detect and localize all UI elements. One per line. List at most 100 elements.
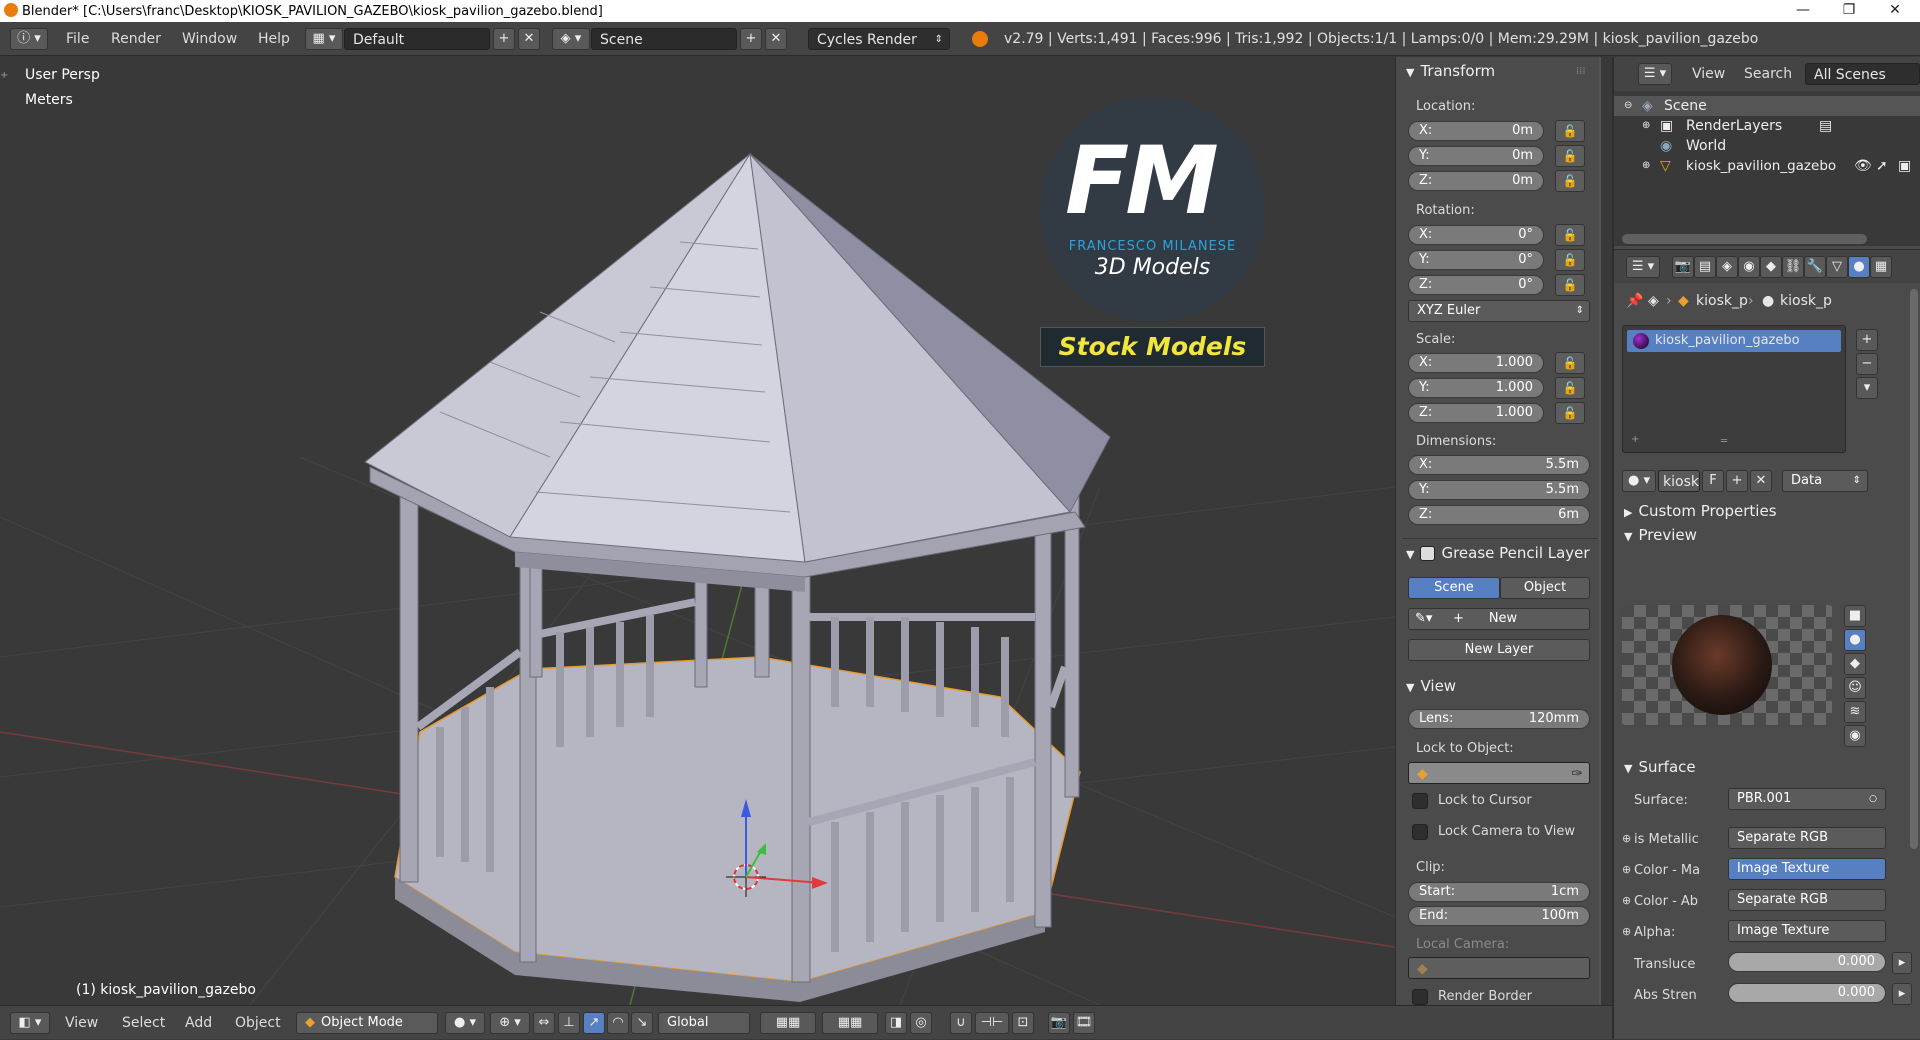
manipulator-toggle-icon[interactable]: ⇔ (533, 1012, 555, 1034)
data-tab-icon[interactable]: ▽ (1826, 256, 1848, 278)
scene-add-icon[interactable]: + (740, 28, 762, 50)
viewport-shading-icon[interactable]: ● ▾ (445, 1012, 485, 1034)
lock-location-z-icon[interactable]: 🔓 (1555, 170, 1585, 192)
surface-shader-select[interactable]: PBR.001 ○ (1728, 788, 1886, 810)
preview-cube-icon[interactable]: ◆ (1844, 653, 1866, 675)
gazebo-model[interactable] (364, 152, 1111, 1002)
preview-hair-icon[interactable]: ≋ (1844, 701, 1866, 723)
scene-name-field[interactable]: Scene (591, 28, 737, 50)
outliner-row-object[interactable]: ⊕ ▽ kiosk_pavilion_gazebo 👁 ➚ ▣ (1614, 156, 1920, 176)
input-socket-icon[interactable]: ⊕ (1622, 894, 1631, 907)
scale-x-field[interactable]: X: 1.000 (1408, 353, 1544, 373)
input-socket-icon[interactable]: ⊕ (1622, 863, 1631, 876)
editor-type-icon[interactable]: ⓘ ▾ (10, 28, 48, 50)
pin-icon[interactable]: 📌 (1626, 293, 1643, 309)
lock-object-field[interactable]: ◆ ✑ (1408, 762, 1590, 784)
outliner-editor-icon[interactable]: ☰ ▾ (1638, 63, 1672, 85)
scale-manipulator-icon[interactable]: ↘ (631, 1012, 653, 1034)
clip-start-field[interactable]: Start: 1cm (1408, 882, 1590, 902)
render-opengl-icon[interactable]: 📷 (1048, 1012, 1070, 1034)
rotation-x-field[interactable]: X: 0° (1408, 225, 1544, 245)
mode-select[interactable]: ◆ Object Mode (296, 1012, 438, 1034)
material-browse-icon[interactable]: ● ▾ (1622, 470, 1656, 492)
rotation-mode-select[interactable]: XYZ Euler ⇕ (1408, 300, 1590, 322)
layers-grid-b[interactable]: ▦▦ (822, 1012, 878, 1034)
lock-rotation-x-icon[interactable]: 🔓 (1555, 224, 1585, 246)
gp-object-toggle[interactable]: Object (1500, 577, 1590, 599)
world-tab-icon[interactable]: ◉ (1738, 256, 1760, 278)
transform-header[interactable]: ▼ Transform (1396, 59, 1495, 83)
eyedropper-icon[interactable]: ✑ (1571, 763, 1583, 785)
properties-editor-icon[interactable]: ☰ ▾ (1626, 256, 1660, 278)
lock-to-cursor-checkbox[interactable] (1412, 793, 1428, 809)
outliner-row-renderlayers[interactable]: ⊕ ▣ RenderLayers ▤ (1614, 116, 1920, 136)
dimensions-x-field[interactable]: X: 5.5m (1408, 455, 1590, 475)
scene-remove-icon[interactable]: ✕ (765, 28, 787, 50)
close-button[interactable]: ✕ (1872, 0, 1918, 22)
snap-element-icon[interactable]: ⊣⊢ (975, 1012, 1009, 1034)
rotation-y-field[interactable]: Y: 0° (1408, 250, 1544, 270)
rotation-z-field[interactable]: Z: 0° (1408, 275, 1544, 295)
gp-scene-toggle[interactable]: Scene (1408, 577, 1500, 599)
transform-orientation-select[interactable]: Global (658, 1012, 750, 1034)
outliner-row-world[interactable]: ◉ World (1614, 136, 1920, 156)
expand-icon[interactable]: ⊖ (1624, 96, 1632, 116)
render-border-checkbox[interactable] (1412, 989, 1428, 1005)
layout-name-field[interactable]: Default (344, 28, 490, 50)
dimensions-z-field[interactable]: Z: 6m (1408, 505, 1590, 525)
visibility-eye-icon[interactable]: 👁 (1854, 156, 1872, 176)
preview-monkey-icon[interactable]: ☺ (1844, 677, 1866, 699)
fake-user-button[interactable]: F (1702, 470, 1724, 492)
menu-render[interactable]: Render (111, 22, 161, 56)
properties-scrollbar[interactable] (1910, 289, 1918, 849)
constraints-tab-icon[interactable]: ⛓ (1782, 256, 1804, 278)
expand-icon[interactable]: ⊕ (1642, 156, 1650, 176)
lock-layers-icon[interactable]: ◨ (885, 1012, 907, 1034)
layout-remove-icon[interactable]: ✕ (518, 28, 540, 50)
grease-pencil-checkbox[interactable] (1420, 546, 1436, 561)
custom-properties-header[interactable]: ▶ Custom Properties (1614, 499, 1920, 523)
render-engine-select[interactable]: Cycles Render ⇕ (808, 28, 950, 50)
layout-browse-icon[interactable]: ▦ ▾ (305, 28, 343, 50)
outliner-row-scene[interactable]: ⊖ ◈ Scene (1614, 96, 1920, 116)
outliner-search-menu[interactable]: Search (1744, 57, 1792, 91)
gp-new-layer-button[interactable]: New Layer (1408, 639, 1590, 661)
menu-object[interactable]: Object (235, 1006, 281, 1040)
maximize-button[interactable]: ❐ (1826, 0, 1872, 22)
dimensions-y-field[interactable]: Y: 5.5m (1408, 480, 1590, 500)
list-resize-grip[interactable]: ═ (1721, 436, 1727, 447)
translucent-socket-icon[interactable]: ▸ (1892, 952, 1912, 974)
lock-scale-z-icon[interactable]: 🔓 (1555, 402, 1585, 424)
input-select-color-ma[interactable]: Image Texture (1728, 858, 1886, 880)
menu-help[interactable]: Help (258, 22, 290, 56)
input-socket-icon[interactable]: ⊕ (1622, 832, 1631, 845)
input-select-alpha[interactable]: Image Texture (1728, 920, 1886, 942)
snap-target-icon[interactable]: ⊡ (1012, 1012, 1034, 1034)
location-x-field[interactable]: X: 0m (1408, 121, 1544, 141)
render-camera-icon[interactable]: ▣ (1898, 156, 1911, 176)
lock-location-x-icon[interactable]: 🔓 (1555, 120, 1585, 142)
lock-rotation-y-icon[interactable]: 🔓 (1555, 249, 1585, 271)
lock-scale-y-icon[interactable]: 🔓 (1555, 377, 1585, 399)
material-unlink-icon[interactable]: ✕ (1750, 470, 1772, 492)
slot-remove-icon[interactable]: − (1856, 353, 1878, 375)
translucent-field[interactable]: 0.000 (1728, 952, 1886, 972)
lock-location-y-icon[interactable]: 🔓 (1555, 145, 1585, 167)
menu-file[interactable]: File (66, 22, 89, 56)
outliner-view-menu[interactable]: View (1692, 57, 1725, 91)
slot-add-icon[interactable]: + (1856, 329, 1878, 351)
list-filter-icon[interactable]: + (1631, 434, 1639, 445)
n-panel-scrollbar[interactable] (1599, 57, 1601, 1005)
abs-socket-icon[interactable]: ▸ (1892, 983, 1912, 1005)
object-tab-icon[interactable]: ◆ (1760, 256, 1782, 278)
material-slot-item[interactable]: kiosk_pavilion_gazebo (1627, 330, 1841, 352)
abs-strength-field[interactable]: 0.000 (1728, 983, 1886, 1003)
proportional-edit-icon[interactable]: ◎ (910, 1012, 932, 1034)
scene-browse-icon[interactable]: ◈ ▾ (552, 28, 590, 50)
preview-world-icon[interactable]: ◉ (1844, 725, 1866, 747)
location-z-field[interactable]: Z: 0m (1408, 171, 1544, 191)
pivot-point-icon[interactable]: ⊕ ▾ (490, 1012, 530, 1034)
preview-flat-icon[interactable]: ■ (1844, 605, 1866, 627)
lock-camera-checkbox[interactable] (1412, 824, 1428, 840)
menu-add[interactable]: Add (185, 1006, 212, 1040)
